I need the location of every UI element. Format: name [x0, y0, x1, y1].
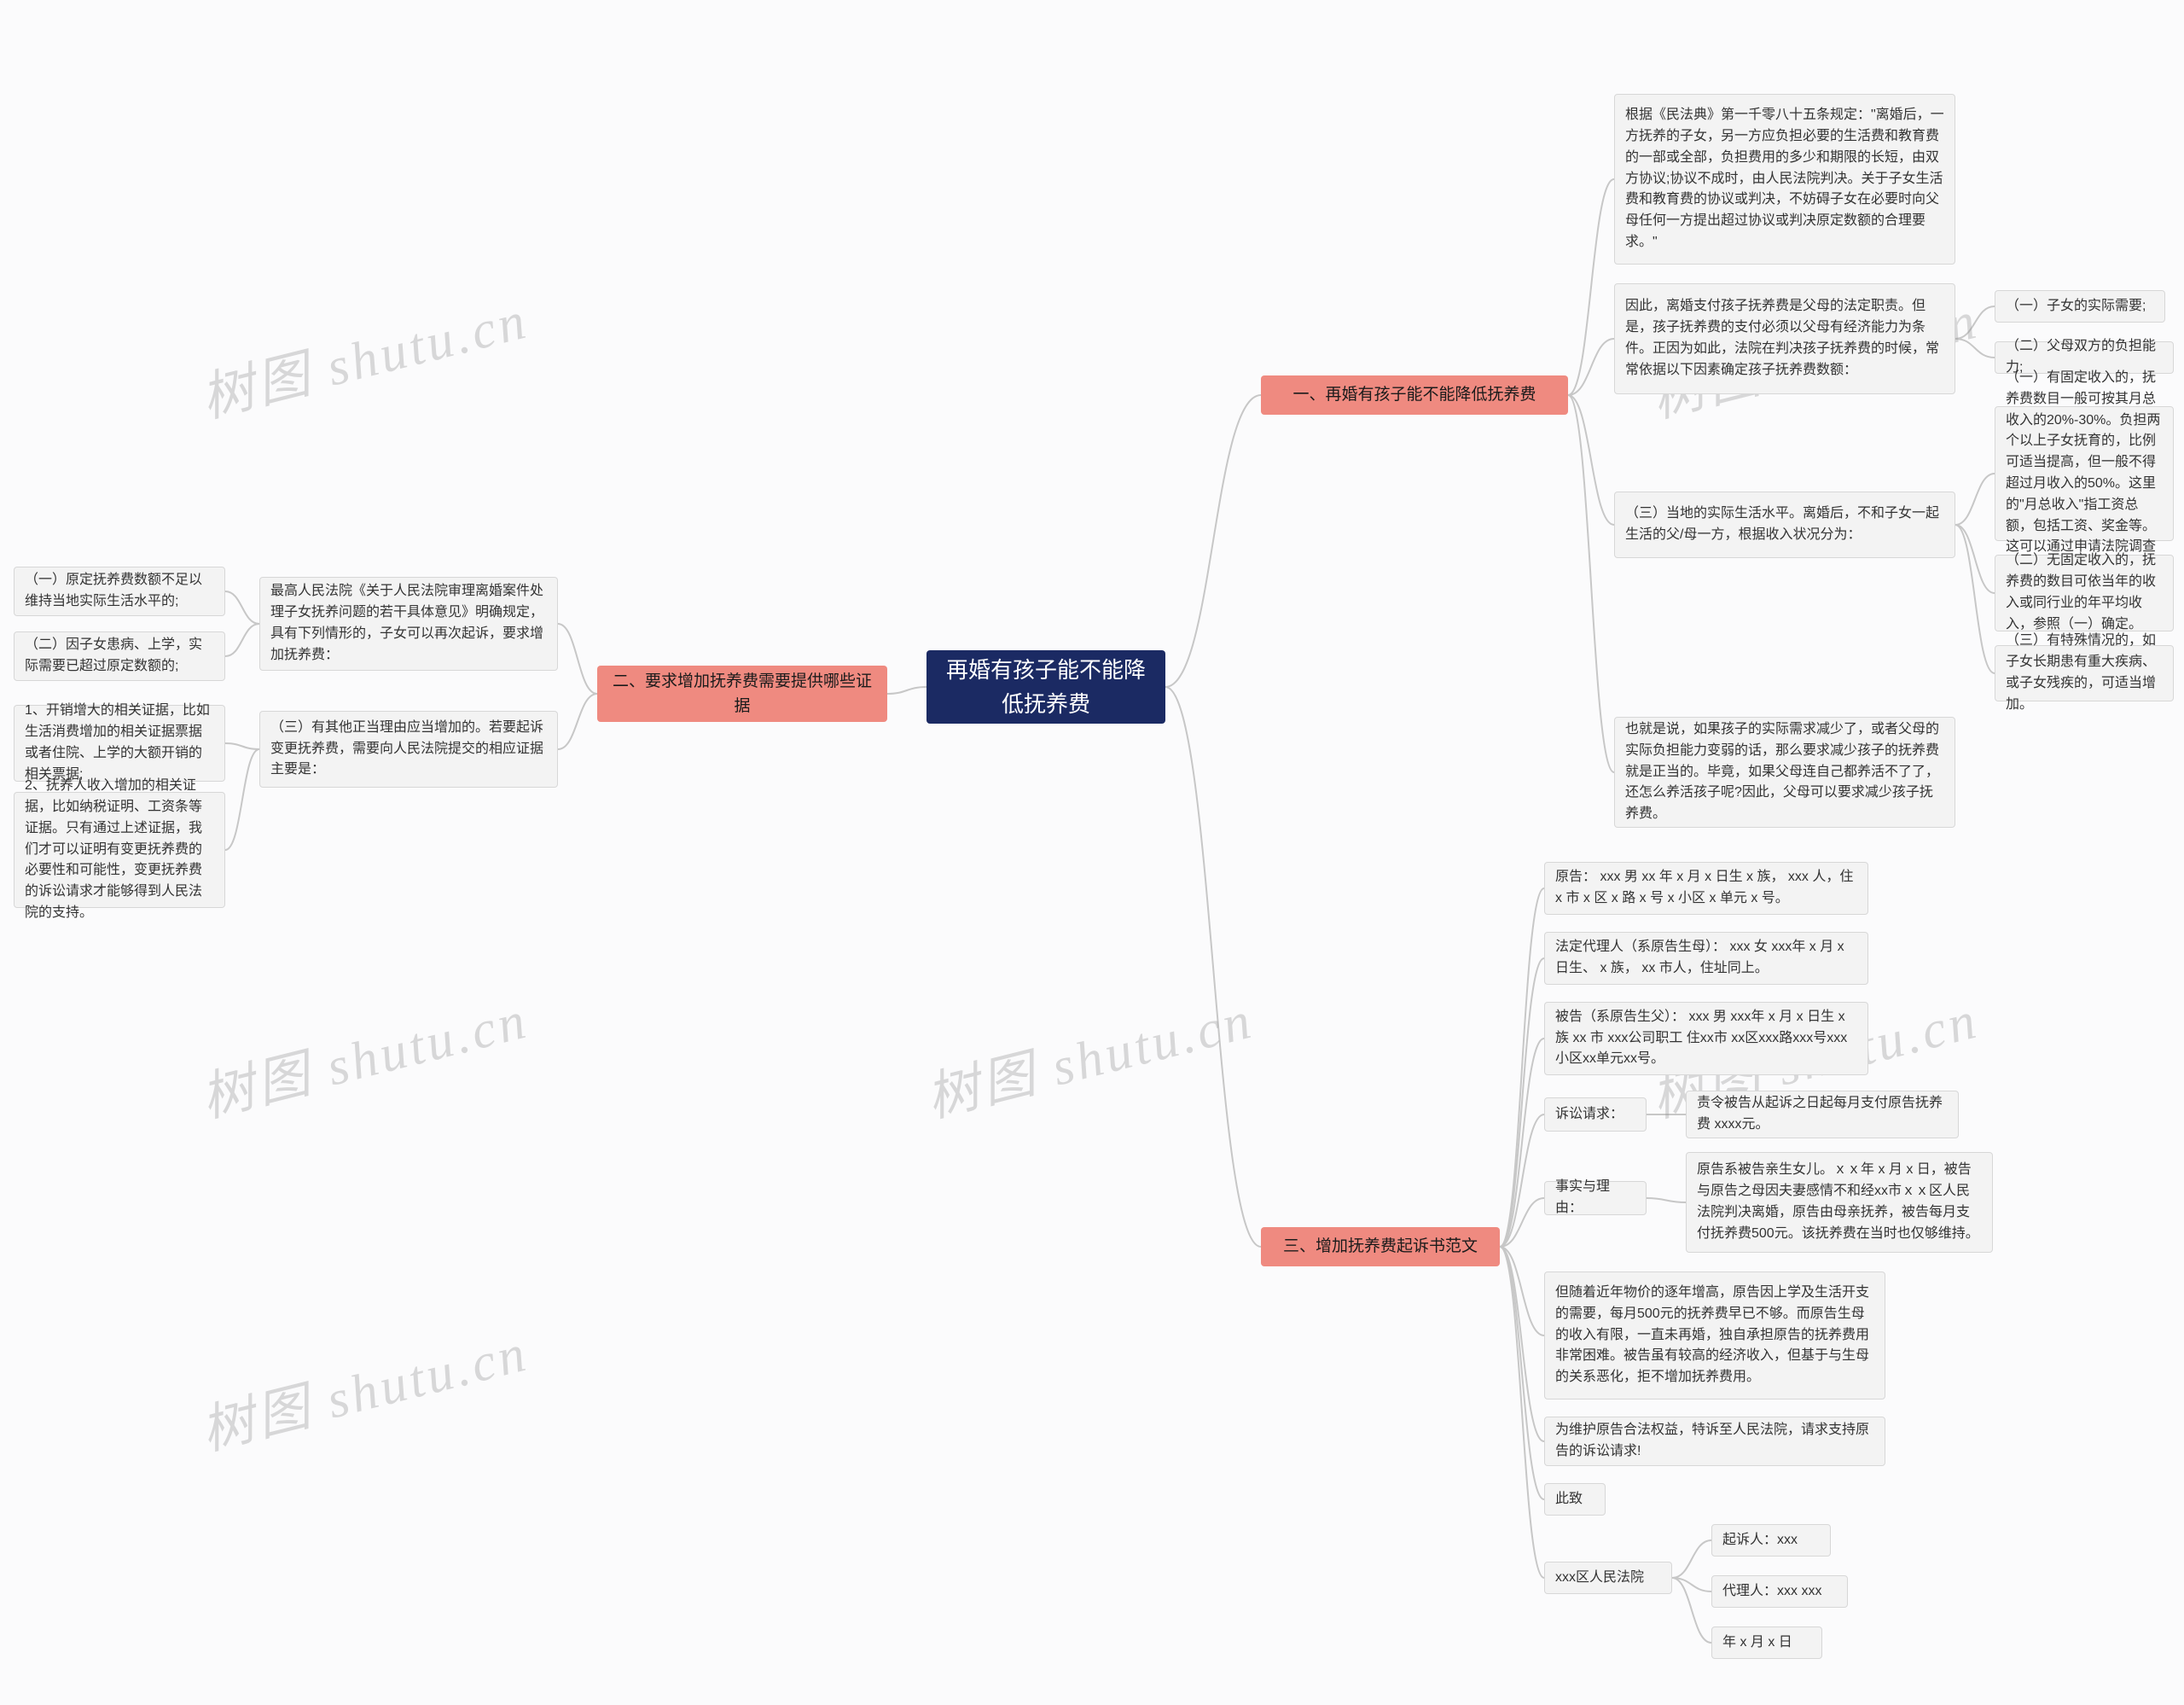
leaf-node[interactable]: 最高人民法院《关于人民法院审理离婚案件处理子女抚养问题的若干具体意见》明确规定，…	[259, 577, 558, 671]
leaf-node[interactable]: 但随着近年物价的逐年增高，原告因上学及生活开支的需要，每月500元的抚养费早已不…	[1544, 1271, 1885, 1399]
leaf-text: （一）原定抚养费数额不足以维持当地实际生活水平的;	[25, 570, 214, 613]
watermark: 树图 shutu.cn	[192, 276, 535, 432]
leaf-text: 也就是说，如果孩子的实际需求减少了，或者父母的实际负担能力变弱的话，那么要求减少…	[1625, 719, 1944, 825]
branch-3-label: 三、增加抚养费起诉书范文	[1283, 1234, 1478, 1259]
leaf-node[interactable]: 也就是说，如果孩子的实际需求减少了，或者父母的实际负担能力变弱的话，那么要求减少…	[1614, 717, 1955, 828]
leaf-node[interactable]: 法定代理人（系原告生母）： xxx 女 xxx年 x 月 x 日生、 x 族， …	[1544, 932, 1868, 985]
mindmap-root[interactable]: 再婚有孩子能不能降低抚养费	[926, 650, 1165, 724]
branch-node-1[interactable]: 一、再婚有孩子能不能降低抚养费	[1261, 375, 1568, 415]
branch-1-label: 一、再婚有孩子能不能降低抚养费	[1292, 382, 1536, 407]
leaf-node[interactable]: 原告： xxx 男 xx 年 x 月 x 日生 x 族， xxx 人，住 x 市…	[1544, 862, 1868, 915]
leaf-node[interactable]: 代理人：xxx xxx	[1711, 1575, 1848, 1608]
leaf-node[interactable]: 为维护原告合法权益，特诉至人民法院，请求支持原告的诉讼请求!	[1544, 1417, 1885, 1466]
leaf-text: 2、抚养人收入增加的相关证据，比如纳税证明、工资条等证据。只有通过上述证据，我们…	[25, 776, 214, 924]
leaf-text: 原告： xxx 男 xx 年 x 月 x 日生 x 族， xxx 人，住 x 市…	[1555, 867, 1857, 910]
leaf-node[interactable]: 根据《民法典》第一千零八十五条规定："离婚后，一方抚养的子女，另一方应负担必要的…	[1614, 94, 1955, 265]
leaf-text: 因此，离婚支付孩子抚养费是父母的法定职责。但是，孩子抚养费的支付必须以父母有经济…	[1625, 296, 1944, 381]
leaf-text: 责令被告从起诉之日起每月支付原告抚养费 xxxx元。	[1697, 1093, 1948, 1136]
leaf-node[interactable]: （三）有特殊情况的，如子女长期患有重大疾病、或子女残疾的，可适当增加。	[1995, 645, 2174, 701]
leaf-text: 最高人民法院《关于人民法院审理离婚案件处理子女抚养问题的若干具体意见》明确规定，…	[270, 581, 547, 666]
leaf-text: 根据《民法典》第一千零八十五条规定："离婚后，一方抚养的子女，另一方应负担必要的…	[1625, 105, 1944, 253]
leaf-node[interactable]: 1、开销增大的相关证据，比如生活消费增加的相关证据票据或者住院、上学的大额开销的…	[14, 705, 225, 782]
leaf-node[interactable]: 2、抚养人收入增加的相关证据，比如纳税证明、工资条等证据。只有通过上述证据，我们…	[14, 792, 225, 908]
leaf-text: 被告（系原告生父）： xxx 男 xxx年 x 月 x 日生 x 族 xx 市 …	[1555, 1007, 1857, 1070]
root-label: 再婚有孩子能不能降低抚养费	[942, 653, 1150, 722]
leaf-text: 年 x 月 x 日	[1722, 1632, 1792, 1654]
leaf-node[interactable]: 诉讼请求：	[1544, 1097, 1647, 1132]
leaf-node[interactable]: （三）当地的实际生活水平。离婚后，不和子女一起生活的父/母一方，根据收入状况分为…	[1614, 492, 1955, 558]
leaf-node[interactable]: 此致	[1544, 1483, 1606, 1516]
leaf-text: 事实与理由：	[1555, 1177, 1635, 1219]
leaf-text: 起诉人：xxx	[1722, 1530, 1798, 1551]
branch-node-2[interactable]: 二、要求增加抚养费需要提供哪些证据	[597, 666, 887, 722]
leaf-text: 原告系被告亲生女儿。ｘｘ年 x 月 x 日，被告与原告之母因夫妻感情不和经xx市…	[1697, 1160, 1982, 1244]
leaf-text: xxx区人民法院	[1555, 1568, 1644, 1589]
leaf-node[interactable]: （三）有其他正当理由应当增加的。若要起诉变更抚养费，需要向人民法院提交的相应证据…	[259, 711, 558, 788]
leaf-text: 为维护原告合法权益，特诉至人民法院，请求支持原告的诉讼请求!	[1555, 1420, 1874, 1463]
leaf-text: （二）无固定收入的，抚养费的数目可依当年的收入或同行业的年平均收入，参照（一）确…	[2006, 550, 2163, 635]
leaf-text: （三）当地的实际生活水平。离婚后，不和子女一起生活的父/母一方，根据收入状况分为…	[1625, 503, 1944, 546]
leaf-node[interactable]: （一）有固定收入的，抚养费数目一般可按其月总收入的20%-30%。负担两个以上子…	[1995, 406, 2174, 541]
leaf-node[interactable]: 起诉人：xxx	[1711, 1524, 1831, 1557]
leaf-text: （二）因子女患病、上学，实际需要已超过原定数额的;	[25, 635, 214, 678]
leaf-node[interactable]: （二）无固定收入的，抚养费的数目可依当年的收入或同行业的年平均收入，参照（一）确…	[1995, 555, 2174, 631]
branch-node-3[interactable]: 三、增加抚养费起诉书范文	[1261, 1227, 1500, 1266]
leaf-node[interactable]: 原告系被告亲生女儿。ｘｘ年 x 月 x 日，被告与原告之母因夫妻感情不和经xx市…	[1686, 1152, 1993, 1253]
leaf-node[interactable]: 年 x 月 x 日	[1711, 1626, 1822, 1659]
leaf-text: 但随着近年物价的逐年增高，原告因上学及生活开支的需要，每月500元的抚养费早已不…	[1555, 1283, 1874, 1388]
leaf-node[interactable]: （一）原定抚养费数额不足以维持当地实际生活水平的;	[14, 567, 225, 616]
leaf-text: 诉讼请求：	[1555, 1104, 1623, 1126]
leaf-text: （一）有固定收入的，抚养费数目一般可按其月总收入的20%-30%。负担两个以上子…	[2006, 368, 2163, 579]
leaf-text: （一）子女的实际需要;	[2006, 296, 2146, 317]
leaf-text: （三）有特殊情况的，如子女长期患有重大疾病、或子女残疾的，可适当增加。	[2006, 631, 2163, 715]
watermark: 树图 shutu.cn	[192, 1309, 535, 1464]
leaf-node[interactable]: xxx区人民法院	[1544, 1562, 1672, 1594]
leaf-node[interactable]: 被告（系原告生父）： xxx 男 xxx年 x 月 x 日生 x 族 xx 市 …	[1544, 1002, 1868, 1075]
leaf-node[interactable]: 责令被告从起诉之日起每月支付原告抚养费 xxxx元。	[1686, 1091, 1959, 1138]
branch-2-label: 二、要求增加抚养费需要提供哪些证据	[611, 669, 874, 719]
leaf-text: 代理人：xxx xxx	[1722, 1581, 1821, 1603]
leaf-text: 法定代理人（系原告生母）： xxx 女 xxx年 x 月 x 日生、 x 族， …	[1555, 937, 1857, 980]
watermark: 树图 shutu.cn	[192, 976, 535, 1132]
leaf-node[interactable]: （二）因子女患病、上学，实际需要已超过原定数额的;	[14, 631, 225, 681]
leaf-node[interactable]: 事实与理由：	[1544, 1181, 1647, 1215]
leaf-node[interactable]: 因此，离婚支付孩子抚养费是父母的法定职责。但是，孩子抚养费的支付必须以父母有经济…	[1614, 283, 1955, 394]
leaf-text: 1、开销增大的相关证据，比如生活消费增加的相关证据票据或者住院、上学的大额开销的…	[25, 701, 214, 785]
leaf-text: （三）有其他正当理由应当增加的。若要起诉变更抚养费，需要向人民法院提交的相应证据…	[270, 718, 547, 781]
leaf-text: 此致	[1555, 1489, 1583, 1510]
watermark: 树图 shutu.cn	[917, 976, 1260, 1132]
leaf-node[interactable]: （一）子女的实际需要;	[1995, 290, 2165, 323]
